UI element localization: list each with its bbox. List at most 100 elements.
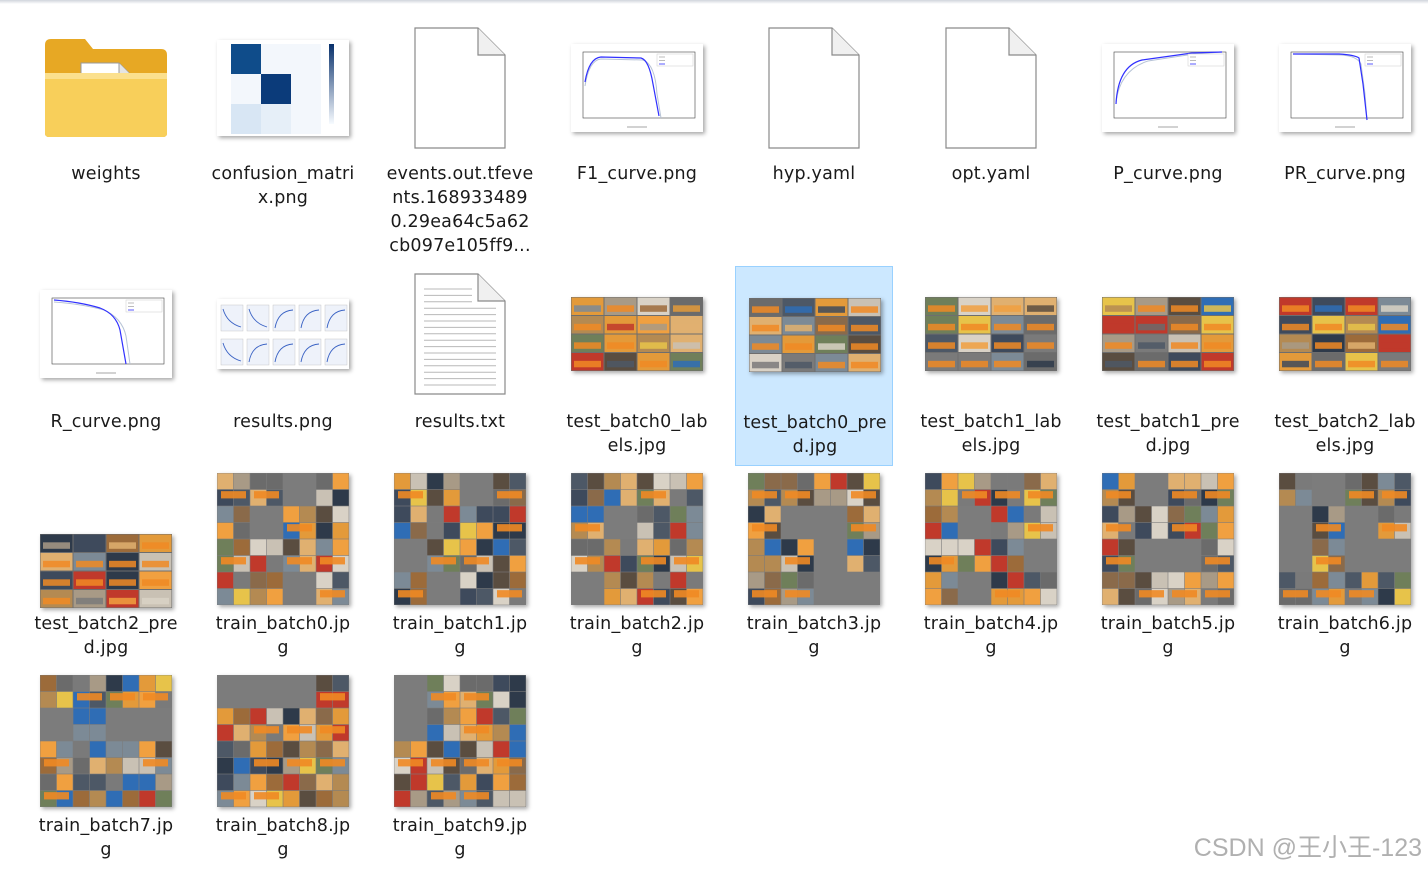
mosaic-thumbnail [394,473,526,605]
file-name: train_batch8.jp g [204,814,362,862]
file-name-line: g [631,638,643,658]
file-item[interactable]: train_batch5.jp g [1089,470,1247,668]
file-name-line: results.txt [414,412,506,432]
file-icon-grid: weights confusion_matri x.png events.out.tf… [0,0,1428,872]
mosaic-thumbnail [748,473,880,605]
file-item[interactable]: train_batch2.jpg [558,470,716,668]
file-name-line: train_batch0.jp [215,614,351,634]
file-name: PR_curve.png [1266,162,1424,186]
file-name-line: cb097e105ff9... [389,236,531,256]
batch-thumbnail [40,534,172,608]
file-item[interactable]: train_batch8.jp g [204,672,362,870]
file-item[interactable]: train_batch6.jp g [1266,470,1424,668]
results-thumbnail [217,299,349,369]
thumbnail-area [1089,18,1247,158]
file-item[interactable]: train_batch9.jp g [381,672,539,870]
file-item[interactable]: hyp.yaml [735,18,893,264]
thumbnail-area [381,266,539,402]
file-name: P_curve.png [1089,162,1247,186]
file-name-line: test_batch2_lab [1274,412,1416,432]
file-name-line: g [985,638,997,658]
file-item[interactable]: test_batch1_pre d.jpg [1089,266,1247,466]
file-name: results.png [204,410,362,434]
f1-curve-thumbnail [571,44,703,132]
file-name-line: train_batch1.jp [392,614,528,634]
thumbnail-area [1266,266,1424,402]
mosaic-thumbnail [1279,473,1411,605]
file-name-line: els.jpg [1315,436,1375,456]
file-name-line: x.png [257,188,309,208]
blank-file-icon [412,25,508,151]
file-item[interactable]: PR_curve.png [1266,18,1424,264]
file-name-line: test_batch1_lab [920,412,1062,432]
file-name: train_batch6.jp g [1266,612,1424,660]
file-name-line: g [100,840,112,860]
batch-thumbnail [925,297,1057,371]
file-name-line: train_batch5.jp [1100,614,1236,634]
folder-icon [41,35,171,141]
thumbnail-area [558,470,716,608]
thumbnail-area [204,672,362,810]
file-name: opt.yaml [912,162,1070,186]
file-name: train_batch1.jpg [381,612,539,660]
file-item[interactable]: train_batch1.jpg [381,470,539,668]
file-name-line: events.out.tfeve [386,164,534,184]
file-item[interactable]: test_batch0_lab els.jpg [558,266,716,466]
file-item[interactable]: train_batch0.jp g [204,470,362,668]
file-name-line: confusion_matri [211,164,355,184]
file-item[interactable]: test_batch2_lab els.jpg [1266,266,1424,466]
file-name: test_batch0_pre d.jpg [736,411,894,459]
file-name: train_batch3.jpg [735,612,893,660]
file-name-line: weights [71,164,141,184]
file-item[interactable]: R_curve.png [27,266,185,466]
batch-thumbnail [1102,297,1234,371]
file-name: test_batch2_lab els.jpg [1266,410,1424,458]
file-name-line: 0.29ea64c5a62 [390,212,530,232]
thumbnail-area [912,266,1070,402]
file-item[interactable]: F1_curve.png [558,18,716,264]
pr-curve-thumbnail [1279,44,1411,132]
file-item[interactable]: test_batch0_pre d.jpg [735,266,893,466]
thumbnail-area [736,267,894,403]
file-item[interactable]: test_batch1_lab els.jpg [912,266,1070,466]
file-name: train_batch5.jp g [1089,612,1247,660]
file-item[interactable]: results.txt [381,266,539,466]
file-item[interactable]: confusion_matri x.png [204,18,362,264]
file-name: train_batch0.jp g [204,612,362,660]
thumbnail-area [204,266,362,402]
file-name: test_batch0_lab els.jpg [558,410,716,458]
file-item[interactable]: results.png [204,266,362,466]
file-item[interactable]: train_batch7.jp g [27,672,185,870]
file-item[interactable]: train_batch4.jp g [912,470,1070,668]
file-item[interactable]: events.out.tfeve nts.168933489 0.29ea64c5a… [381,18,539,264]
file-name-line: PR_curve.png [1284,164,1406,184]
file-name-line: g [1339,638,1351,658]
file-name-line: opt.yaml [951,164,1031,184]
file-item[interactable]: opt.yaml [912,18,1070,264]
file-name-line: R_curve.png [50,412,162,432]
file-name-line: d.jpg [83,638,129,658]
mosaic-thumbnail [217,675,349,807]
file-name-line: train_batch3.jp [746,614,882,634]
file-name-line: g [454,638,466,658]
file-name-line: test_batch0_lab [566,412,708,432]
file-name-line: g [808,638,820,658]
file-name: train_batch7.jp g [27,814,185,862]
file-item[interactable]: train_batch3.jpg [735,470,893,668]
p-curve-thumbnail [1102,44,1234,132]
file-name-line: test_batch0_pre [743,413,887,433]
file-name: events.out.tfeve nts.168933489 0.29ea64c5a… [381,162,539,258]
thumbnail-area [381,470,539,608]
file-name-line: hyp.yaml [772,164,856,184]
thumbnail-area [204,470,362,608]
file-item[interactable]: test_batch2_pre d.jpg [27,470,185,668]
mosaic-thumbnail [1102,473,1234,605]
mosaic-thumbnail [40,675,172,807]
file-item[interactable]: P_curve.png [1089,18,1247,264]
file-name-line: train_batch2.jp [569,614,705,634]
blank-file-icon [766,25,862,151]
blank-file-icon [943,25,1039,151]
thumbnail-area [27,266,185,402]
file-item[interactable]: weights [27,18,185,264]
thumbnail-area [735,470,893,608]
